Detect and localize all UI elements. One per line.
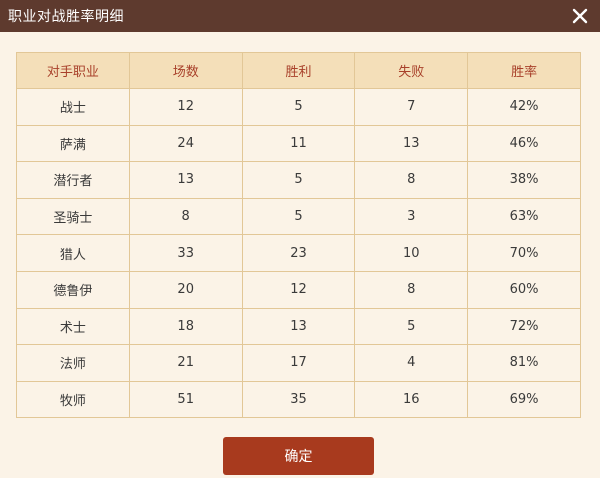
table-row: 德鲁伊 20 12 8 60% bbox=[16, 270, 581, 309]
cell-class: 萨满 bbox=[16, 124, 130, 163]
cell-losses: 16 bbox=[354, 380, 469, 419]
dialog-title: 职业对战胜率明细 bbox=[8, 9, 124, 25]
cell-games: 12 bbox=[128, 88, 243, 126]
column-header-opponent-class: 对手职业 bbox=[16, 52, 130, 89]
cell-losses: 7 bbox=[354, 88, 469, 126]
cell-class: 战士 bbox=[16, 88, 130, 126]
confirm-button[interactable]: 确定 bbox=[223, 437, 374, 475]
cell-wins: 35 bbox=[241, 380, 356, 419]
cell-class: 法师 bbox=[16, 344, 130, 382]
cell-games: 21 bbox=[128, 344, 243, 382]
cell-wins: 5 bbox=[241, 161, 356, 199]
cell-games: 20 bbox=[128, 270, 243, 309]
column-header-games: 场数 bbox=[128, 52, 243, 89]
cell-losses: 3 bbox=[354, 197, 469, 236]
cell-losses: 10 bbox=[354, 234, 469, 272]
table-row: 圣骑士 8 5 3 63% bbox=[16, 197, 581, 236]
close-icon[interactable] bbox=[570, 6, 590, 26]
cell-wins: 5 bbox=[241, 88, 356, 126]
cell-class: 潜行者 bbox=[16, 161, 130, 199]
column-header-losses: 失败 bbox=[354, 52, 469, 89]
table-row: 萨满 24 11 13 46% bbox=[16, 124, 581, 163]
cell-win-rate: 60% bbox=[467, 270, 581, 309]
cell-class: 圣骑士 bbox=[16, 197, 130, 236]
table-header-row: 对手职业 场数 胜利 失败 胜率 bbox=[16, 52, 581, 89]
column-header-wins: 胜利 bbox=[241, 52, 356, 89]
cell-games: 51 bbox=[128, 380, 243, 419]
table-row: 潜行者 13 5 8 38% bbox=[16, 161, 581, 199]
cell-games: 18 bbox=[128, 307, 243, 346]
win-rate-table: 对手职业 场数 胜利 失败 胜率 战士 12 5 7 42% 萨满 24 11 … bbox=[16, 52, 581, 419]
cell-losses: 4 bbox=[354, 344, 469, 382]
cell-losses: 8 bbox=[354, 161, 469, 199]
cell-class: 术士 bbox=[16, 307, 130, 346]
cell-win-rate: 70% bbox=[467, 234, 581, 272]
cell-games: 33 bbox=[128, 234, 243, 272]
cell-losses: 5 bbox=[354, 307, 469, 346]
table-row: 猎人 33 23 10 70% bbox=[16, 234, 581, 272]
cell-wins: 17 bbox=[241, 344, 356, 382]
cell-losses: 13 bbox=[354, 124, 469, 163]
dialog-titlebar: 职业对战胜率明细 bbox=[0, 0, 600, 32]
cell-win-rate: 69% bbox=[467, 380, 581, 419]
cell-win-rate: 72% bbox=[467, 307, 581, 346]
cell-wins: 13 bbox=[241, 307, 356, 346]
table-row: 牧师 51 35 16 69% bbox=[16, 380, 581, 419]
cell-win-rate: 38% bbox=[467, 161, 581, 199]
table-row: 法师 21 17 4 81% bbox=[16, 344, 581, 382]
cell-wins: 5 bbox=[241, 197, 356, 236]
cell-games: 8 bbox=[128, 197, 243, 236]
cell-wins: 23 bbox=[241, 234, 356, 272]
cell-class: 牧师 bbox=[16, 380, 130, 419]
cell-win-rate: 63% bbox=[467, 197, 581, 236]
cell-wins: 11 bbox=[241, 124, 356, 163]
cell-win-rate: 81% bbox=[467, 344, 581, 382]
table-row: 战士 12 5 7 42% bbox=[16, 88, 581, 126]
cell-games: 24 bbox=[128, 124, 243, 163]
cell-win-rate: 42% bbox=[467, 88, 581, 126]
cell-win-rate: 46% bbox=[467, 124, 581, 163]
cell-class: 猎人 bbox=[16, 234, 130, 272]
cell-losses: 8 bbox=[354, 270, 469, 309]
cell-class: 德鲁伊 bbox=[16, 270, 130, 309]
column-header-win-rate: 胜率 bbox=[467, 52, 581, 89]
cell-wins: 12 bbox=[241, 270, 356, 309]
cell-games: 13 bbox=[128, 161, 243, 199]
table-row: 术士 18 13 5 72% bbox=[16, 307, 581, 346]
